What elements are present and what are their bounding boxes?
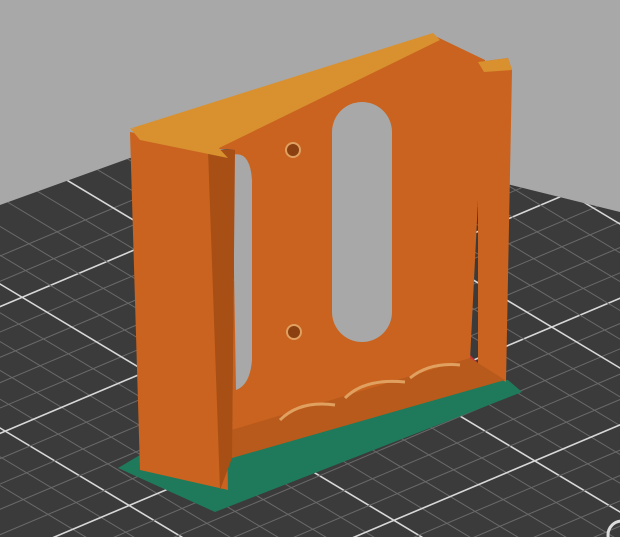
right-wall: [478, 58, 512, 382]
scene[interactable]: [0, 0, 620, 537]
screw-hole-bottom: [286, 324, 302, 340]
screw-hole-top: [285, 142, 301, 158]
slot-cutout-center: [332, 102, 392, 342]
3d-viewport[interactable]: [0, 0, 620, 537]
